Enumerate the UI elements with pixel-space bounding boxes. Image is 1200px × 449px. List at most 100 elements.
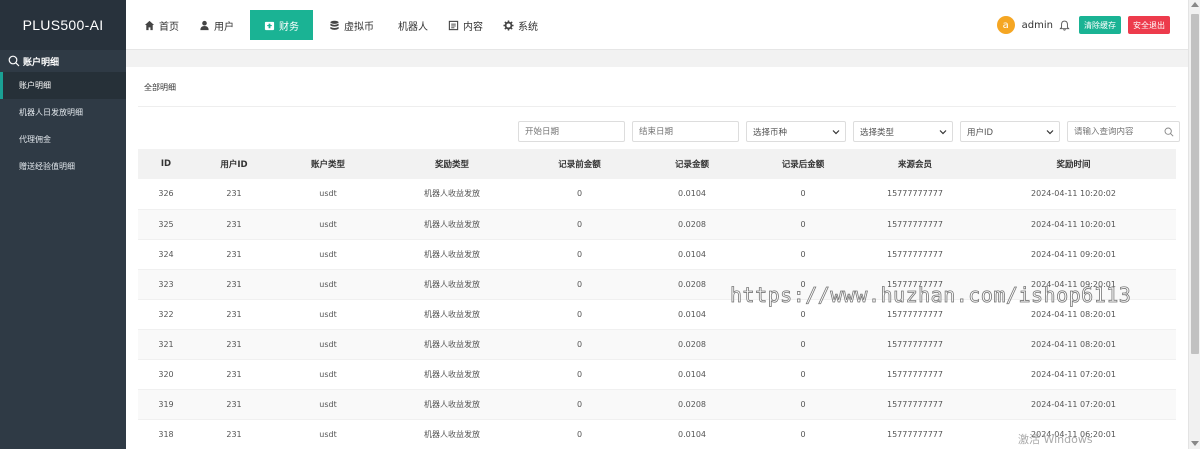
table-cell: 15777777777: [859, 239, 971, 270]
document-icon: [448, 20, 459, 30]
nav-user[interactable]: 用户: [189, 10, 244, 40]
table-cell: 15777777777: [859, 389, 971, 420]
username[interactable]: admin: [1022, 20, 1053, 31]
table-cell: 0: [522, 299, 637, 330]
nav-robot[interactable]: 机器人: [384, 10, 438, 40]
table-cell: 0: [522, 239, 637, 270]
table-cell: 机器人收益发放: [382, 329, 522, 360]
sidebar-item-bonus-exp[interactable]: 赠送经验值明细: [0, 153, 126, 180]
start-date-input[interactable]: [518, 121, 625, 142]
page-scrollbar[interactable]: [1188, 0, 1200, 449]
nav-finance[interactable]: 财务: [250, 10, 313, 40]
nav-content-label: 内容: [463, 21, 483, 33]
scrollbar-thumb[interactable]: [1191, 14, 1199, 354]
col-header: 奖励时间: [971, 149, 1176, 179]
search-input[interactable]: [1074, 126, 1159, 137]
table-cell: 0: [522, 269, 637, 300]
table-cell: 机器人收益发放: [382, 359, 522, 390]
table-cell: 机器人收益发放: [382, 239, 522, 270]
table-cell: usdt: [274, 419, 382, 449]
sidebar-section-header[interactable]: 账户明细: [0, 50, 126, 72]
nav-content[interactable]: 内容: [438, 10, 493, 40]
table-cell: 机器人收益发放: [382, 299, 522, 330]
table-cell: 322: [138, 299, 194, 330]
col-header: 记录前金额: [522, 149, 637, 179]
table-cell: usdt: [274, 239, 382, 270]
table-cell: 2024-04-11 07:20:01: [971, 389, 1176, 420]
avatar[interactable]: a: [996, 16, 1015, 34]
table-cell: 231: [194, 299, 274, 330]
table-header-row: ID 用户ID 账户类型 奖励类型 记录前金额 记录金额 记录后金额 来源会员 …: [138, 149, 1176, 179]
nav-virtual-currency[interactable]: 虚拟币: [319, 10, 384, 40]
table-cell: 231: [194, 209, 274, 240]
table-cell: usdt: [274, 269, 382, 300]
table-cell: 323: [138, 269, 194, 300]
table-cell: 2024-04-11 07:20:01: [971, 359, 1176, 390]
url-watermark: https://www.huzhan.com/ishop6113: [730, 283, 1132, 308]
table-cell: 324: [138, 239, 194, 270]
table-cell: 320: [138, 359, 194, 390]
table-cell: 机器人收益发放: [382, 209, 522, 240]
clear-cache-button[interactable]: 清除缓存: [1079, 16, 1121, 34]
search-icon[interactable]: [1164, 127, 1174, 137]
field-select[interactable]: 用户ID: [960, 121, 1060, 142]
nav-home-label: 首页: [159, 21, 179, 33]
table-cell: 机器人收益发放: [382, 269, 522, 300]
database-icon: [330, 20, 339, 30]
table-body: 326 231 usdt 机器人收益发放 0 0.0104 0 15777777777 2024…: [138, 179, 1176, 449]
table-row: 321 231 usdt 机器人收益发放 0 0.0208 0 15777777777 2024…: [138, 329, 1176, 360]
table-cell: 2024-04-11 09:20:01: [971, 239, 1176, 270]
table-cell: usdt: [274, 389, 382, 420]
col-header: 用户ID: [194, 149, 274, 179]
table-cell: 0: [522, 329, 637, 360]
table-cell: 0.0208: [637, 389, 747, 420]
currency-select[interactable]: 选择币种: [746, 121, 846, 142]
top-navbar: 首页 用户 财务 虚拟币 机器人 内容 系统 a admin 清除缓存 安全退出: [126, 0, 1188, 50]
table-cell: 319: [138, 389, 194, 420]
table-cell: 0: [522, 209, 637, 240]
nav-user-label: 用户: [214, 21, 234, 33]
table-cell: 0: [522, 419, 637, 449]
table-row: 325 231 usdt 机器人收益发放 0 0.0208 0 15777777777 2024…: [138, 209, 1176, 240]
logout-button[interactable]: 安全退出: [1128, 16, 1170, 34]
table-cell: 321: [138, 329, 194, 360]
table-cell: 0.0104: [637, 239, 747, 270]
sidebar-item-agent-commission[interactable]: 代理佣金: [0, 126, 126, 153]
table-cell: usdt: [274, 179, 382, 210]
sidebar-item-robot-daily[interactable]: 机器人日发放明细: [0, 99, 126, 126]
table-cell: usdt: [274, 299, 382, 330]
brand-logo: PLUS500-AI: [0, 0, 126, 50]
type-select[interactable]: 选择类型: [853, 121, 953, 142]
table-cell: 231: [194, 389, 274, 420]
table-cell: 0.0104: [637, 179, 747, 210]
table-cell: 15777777777: [859, 209, 971, 240]
table-cell: 0.0208: [637, 209, 747, 240]
col-header: 来源会员: [859, 149, 971, 179]
table-cell: 326: [138, 179, 194, 210]
sidebar-item-account-detail[interactable]: 账户明细: [0, 72, 126, 99]
table-cell: 0: [522, 359, 637, 390]
end-date-input[interactable]: [632, 121, 739, 142]
scroll-up-arrow[interactable]: [1191, 2, 1199, 7]
table-cell: 0: [747, 239, 859, 270]
col-header: 记录后金额: [747, 149, 859, 179]
user-area: a admin 清除缓存 安全退出: [996, 0, 1170, 50]
nav-system[interactable]: 系统: [493, 10, 548, 40]
bell-icon[interactable]: [1059, 20, 1070, 31]
table-cell: 0: [747, 359, 859, 390]
type-select-value: 选择类型: [860, 127, 895, 138]
nav-home[interactable]: 首页: [134, 10, 189, 40]
nav-finance-label: 财务: [279, 21, 299, 33]
scroll-down-arrow[interactable]: [1191, 441, 1199, 446]
table-cell: 0: [747, 419, 859, 449]
table-cell: 0: [747, 209, 859, 240]
table-cell: 机器人收益发放: [382, 179, 522, 210]
table-cell: usdt: [274, 359, 382, 390]
chevron-down-icon: [1046, 129, 1054, 134]
windows-activation-watermark: 激活 Windows: [1018, 433, 1093, 446]
table-cell: 0: [522, 389, 637, 420]
table-row: 326 231 usdt 机器人收益发放 0 0.0104 0 15777777777 2024…: [138, 179, 1176, 210]
panel-title: 全部明细: [144, 83, 176, 92]
chevron-down-icon: [939, 129, 947, 134]
table-cell: 318: [138, 419, 194, 449]
